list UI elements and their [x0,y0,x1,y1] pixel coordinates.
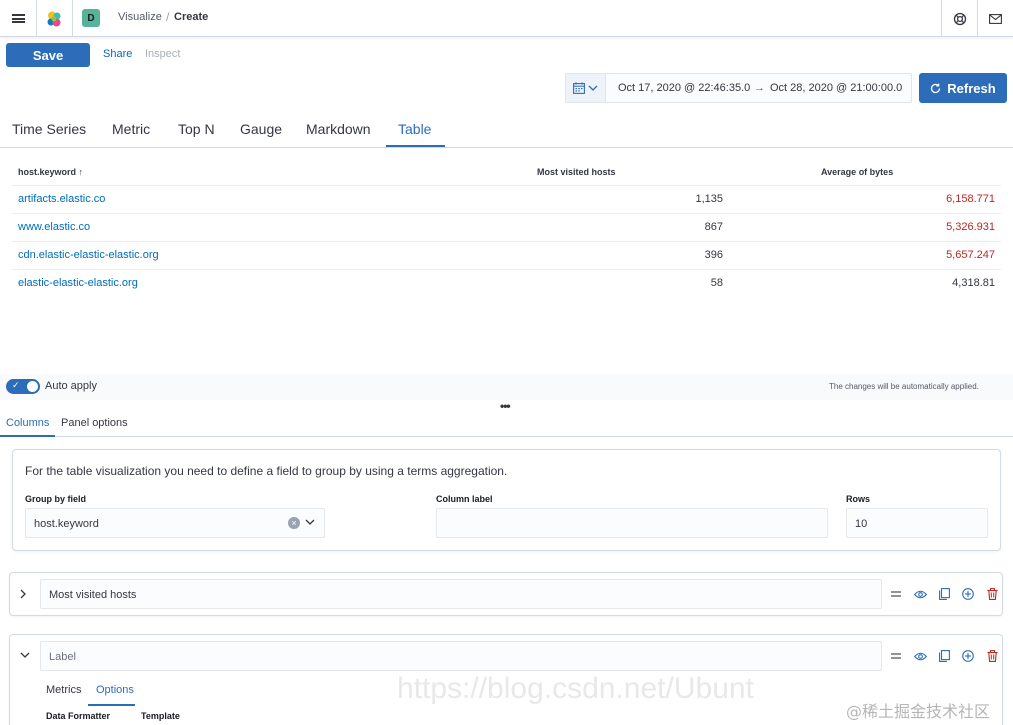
group-by-field-select[interactable]: host.keyword [25,508,325,538]
column-header-visits[interactable]: Most visited hosts [537,167,616,177]
tab-metric[interactable]: Metric [112,121,150,137]
data-formatter-label: Data Formatter [46,711,111,721]
tab-columns[interactable]: Columns [6,417,49,429]
tab-table[interactable]: Table [398,121,431,137]
auto-apply-label: Auto apply [45,380,97,392]
host-link[interactable]: elastic-elastic-elastic.org [18,277,138,289]
drag-handle-icon[interactable] [888,648,904,664]
active-tab-indicator [88,704,135,706]
drag-handle-icon[interactable] [888,586,904,602]
end-date[interactable]: Oct 28, 2020 @ 21:00:00.0 [770,82,902,94]
host-link[interactable]: artifacts.elastic.co [18,193,105,205]
chevron-right-icon[interactable] [20,589,27,599]
tab-panel-options[interactable]: Panel options [61,417,128,429]
clear-icon[interactable]: × [288,517,300,529]
column-header-avg-bytes[interactable]: Average of bytes [821,167,893,177]
active-tab-indicator [0,435,55,437]
copy-icon[interactable] [936,586,952,602]
avg-bytes-value: 4,318.81 [952,277,995,289]
aggregation-label-input[interactable]: Most visited hosts [40,579,882,609]
group-by-label: Group by field [25,494,87,504]
rows-label: Rows [846,494,871,504]
start-date[interactable]: Oct 17, 2020 @ 22:46:35.0 [618,82,750,94]
row-divider [12,213,1001,214]
trash-icon[interactable] [984,648,1000,664]
check-icon: ✓ [12,380,20,390]
resize-handle-icon[interactable]: ••• [500,399,511,413]
tab-options[interactable]: Options [96,684,134,696]
tab-metrics[interactable]: Metrics [46,684,81,696]
template-label: Template [141,711,180,721]
tab-time-series[interactable]: Time Series [12,121,86,137]
visits-value: 1,135 [695,193,723,205]
breadcrumb-visualize[interactable]: Visualize [118,11,162,23]
date-picker: Oct 17, 2020 @ 22:46:35.0 → Oct 28, 2020… [565,73,912,103]
aggregation-actions [888,648,1000,664]
host-link[interactable]: cdn.elastic-elastic-elastic.org [18,249,159,261]
refresh-label: Refresh [947,80,996,96]
eye-icon[interactable] [912,648,928,664]
chevron-down-icon[interactable] [305,519,315,526]
panel-description: For the table visualization you need to … [25,464,508,478]
tab-markdown[interactable]: Markdown [306,121,371,137]
column-header-host[interactable]: host.keyword ↑ [18,167,83,177]
menu-icon[interactable] [0,0,36,37]
newsfeed-mail-icon[interactable] [978,0,1013,37]
column-label-label: Column label [436,494,493,504]
row-divider [12,269,1001,270]
editor-tabs: Columns Panel options [0,412,1013,437]
chevron-down-icon[interactable] [20,652,30,659]
calendar-icon [573,82,585,94]
visits-value: 396 [704,249,723,261]
help-icon[interactable] [942,0,978,37]
add-icon[interactable] [960,586,976,602]
inspect-link[interactable]: Inspect [145,48,180,60]
share-link[interactable]: Share [103,48,132,60]
auto-apply-note: The changes will be automatically applie… [829,382,979,391]
refresh-button[interactable]: Refresh [919,73,1007,103]
rows-input[interactable]: 10 [846,508,988,538]
breadcrumb-separator: / [166,10,170,24]
breadcrumb-create: Create [174,11,209,23]
save-button[interactable]: Save [6,43,90,67]
eye-icon[interactable] [912,586,928,602]
add-icon[interactable] [960,648,976,664]
tab-top-n[interactable]: Top N [178,121,215,137]
quick-menu-button[interactable] [566,74,606,102]
aggregation-actions [888,586,1000,602]
row-divider [12,241,1001,242]
arrow-right-icon: → [754,82,765,94]
toggle-knob [26,380,39,393]
top-bar: D Visualize / Create [0,0,1013,37]
url-watermark: https://blog.csdn.net/Ubunt [397,672,754,705]
group-by-value: host.keyword [34,518,99,530]
visits-value: 867 [704,221,723,233]
auto-apply-toggle[interactable]: ✓ [6,379,40,394]
host-link[interactable]: www.elastic.co [18,221,90,233]
divider [72,0,73,37]
visualization-tabs: Time Series Metric Top N Gauge Markdown … [0,112,1013,148]
refresh-icon [931,83,941,93]
sort-ascending-icon: ↑ [78,167,84,177]
avg-bytes-value: 5,657.247 [946,249,995,261]
row-divider [12,185,1001,186]
active-tab-indicator [386,145,445,147]
chevron-down-icon [588,85,598,91]
column-label-input[interactable] [436,508,828,538]
elastic-logo-icon[interactable] [36,0,72,37]
aggregation-label-input[interactable]: Label [40,641,882,671]
avg-bytes-value: 5,326.931 [946,221,995,233]
visits-value: 58 [710,277,723,289]
site-watermark: @稀土掘金技术社区 [846,702,991,721]
trash-icon[interactable] [984,586,1000,602]
avg-bytes-value: 6,158.771 [946,193,995,205]
tab-gauge[interactable]: Gauge [240,121,282,137]
copy-icon[interactable] [936,648,952,664]
space-avatar[interactable]: D [82,9,100,27]
